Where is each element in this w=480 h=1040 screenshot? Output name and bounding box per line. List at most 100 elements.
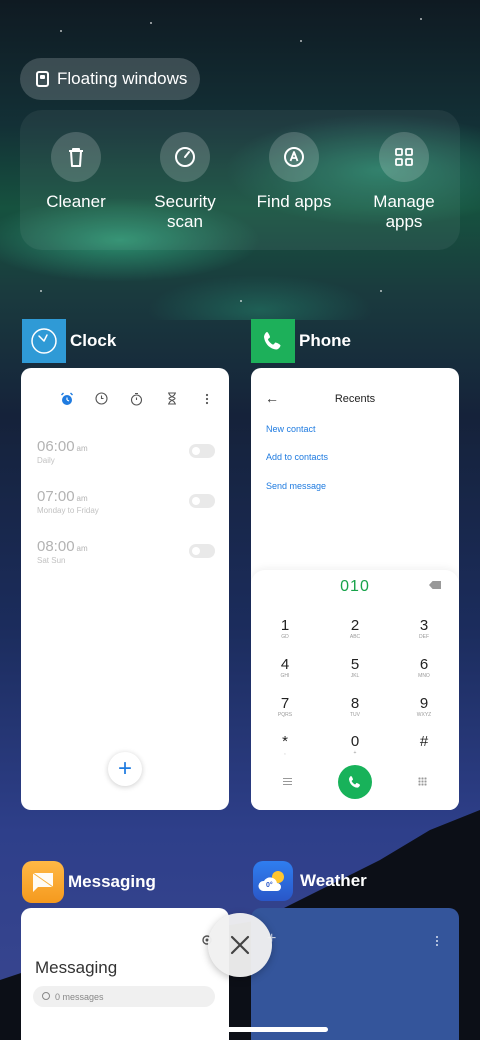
- alarm-toggle[interactable]: [189, 494, 215, 508]
- send-message-link[interactable]: Send message: [266, 481, 326, 491]
- clock-app-icon: [22, 319, 66, 363]
- alarm-item[interactable]: 08:00 am Sat Sun: [37, 538, 215, 565]
- manage-label-line2: apps: [385, 212, 423, 231]
- messaging-app-card[interactable]: Messaging 0 messages: [21, 908, 229, 1040]
- dial-key-4[interactable]: 4 GHI: [255, 657, 315, 680]
- key-letters: DEF: [419, 634, 429, 640]
- messaging-app-header[interactable]: Messaging: [22, 861, 156, 903]
- alarm-repeat: Daily: [37, 456, 55, 465]
- alarm-time: 07:00: [37, 488, 75, 505]
- key-digit: 3: [419, 617, 429, 634]
- key-digit: #: [419, 733, 429, 750]
- weather-icon-temp: 0°: [266, 882, 273, 889]
- messaging-app-name: Messaging: [68, 872, 156, 891]
- dialpad: 010 1 GD 2 ABC 3 DEF 4 GHI 5 JKL 6 MNO 7 PQRS 8…: [251, 570, 459, 810]
- messaging-app-icon: [22, 861, 64, 903]
- manage-label-line1: Manage: [373, 192, 435, 211]
- cleaner-label: Cleaner: [46, 192, 106, 211]
- dial-key-1[interactable]: 1 GD: [255, 618, 315, 641]
- trash-icon: [51, 132, 101, 182]
- world-clock-tab-icon[interactable]: [93, 390, 110, 407]
- close-icon: [230, 935, 250, 955]
- alarm-tab-icon[interactable]: [58, 390, 75, 407]
- timer-tab-icon[interactable]: [163, 390, 180, 407]
- home-indicator[interactable]: [152, 1027, 328, 1032]
- dial-key-0[interactable]: 0 +: [325, 734, 385, 757]
- alarm-time: 06:00: [37, 438, 75, 455]
- alarm-repeat: Monday to Friday: [37, 506, 99, 515]
- new-contact-link[interactable]: New contact: [266, 424, 316, 434]
- clear-all-button[interactable]: [208, 913, 272, 977]
- plus-icon: +: [117, 755, 132, 782]
- weather-app-card[interactable]: +: [251, 908, 459, 1040]
- messaging-title: Messaging: [35, 958, 118, 977]
- clock-app-header[interactable]: Clock: [22, 319, 116, 363]
- dial-key-8[interactable]: 8 TUV: [325, 696, 385, 719]
- alarm-item[interactable]: 06:00 am Daily: [37, 438, 215, 465]
- dial-key-5[interactable]: 5 JKL: [325, 657, 385, 680]
- security-label-line2: scan: [167, 212, 203, 231]
- key-letters: WXYZ: [416, 712, 432, 718]
- manage-apps-button[interactable]: Manage apps: [349, 132, 459, 232]
- dial-key-6[interactable]: 6 MNO: [394, 657, 454, 680]
- phone-app-icon: [251, 319, 295, 363]
- dial-key-3[interactable]: 3 DEF: [394, 618, 454, 641]
- alarm-ampm: am: [76, 494, 88, 503]
- key-letters: GD: [281, 634, 289, 640]
- menu-icon[interactable]: [283, 778, 292, 785]
- recents-title: Recents: [334, 393, 376, 405]
- dial-key-hash[interactable]: #: [394, 734, 454, 750]
- alarm-item[interactable]: 07:00 am Monday to Friday: [37, 488, 215, 515]
- key-digit: 2: [350, 617, 360, 634]
- security-label-line1: Security: [154, 192, 216, 211]
- alarm-toggle[interactable]: [189, 444, 215, 458]
- alarm-toggle[interactable]: [189, 544, 215, 558]
- clock-app-card[interactable]: 06:00 am Daily 07:00 am Monday to Friday 0…: [21, 368, 229, 810]
- alarm-time: 08:00: [37, 538, 75, 555]
- phone-app-card[interactable]: ← Recents New contact Add to contacts Se…: [251, 368, 459, 810]
- key-digit: 1: [280, 617, 290, 634]
- add-to-contacts-link[interactable]: Add to contacts: [266, 452, 328, 462]
- more-options-icon[interactable]: [198, 390, 215, 407]
- key-letters: MNO: [418, 673, 430, 679]
- grid-icon: [379, 132, 429, 182]
- dial-key-2[interactable]: 2 ABC: [325, 618, 385, 641]
- key-digit: 8: [350, 695, 360, 712]
- key-digit: 9: [419, 695, 429, 712]
- security-scan-button[interactable]: Security scan: [130, 132, 240, 232]
- clock-app-name: Clock: [70, 331, 117, 350]
- add-alarm-button[interactable]: +: [108, 752, 142, 786]
- find-apps-button[interactable]: Find apps: [239, 132, 349, 212]
- key-letters: JKL: [350, 673, 360, 679]
- dial-key-9[interactable]: 9 WXYZ: [394, 696, 454, 719]
- dialed-number: 010: [340, 578, 370, 595]
- dial-key-7[interactable]: 7 PQRS: [255, 696, 315, 719]
- key-letters: PQRS: [277, 712, 293, 718]
- phone-icon: [349, 776, 360, 788]
- messages-search-input[interactable]: 0 messages: [33, 986, 215, 1007]
- floating-windows-button[interactable]: Floating windows: [20, 58, 200, 100]
- shield-gauge-icon: [160, 132, 210, 182]
- dialpad-toggle-icon[interactable]: [418, 777, 427, 786]
- dial-key-star[interactable]: *,: [255, 734, 315, 757]
- call-button[interactable]: [338, 765, 372, 799]
- weather-app-icon: 0°: [253, 861, 293, 901]
- key-digit: *: [282, 733, 288, 750]
- floating-windows-label: Floating windows: [57, 69, 188, 88]
- key-digit: 0: [350, 733, 360, 750]
- stopwatch-tab-icon[interactable]: [128, 390, 145, 407]
- key-letters: ABC: [349, 634, 361, 640]
- cleaner-button[interactable]: Cleaner: [21, 132, 131, 212]
- alarm-ampm: am: [76, 444, 88, 453]
- weather-app-header[interactable]: 0° Weather: [253, 861, 367, 901]
- alarm-ampm: am: [76, 544, 88, 553]
- more-options-icon[interactable]: [435, 934, 439, 952]
- floating-window-icon: [36, 71, 49, 87]
- key-letters: ,: [284, 750, 286, 756]
- phone-app-name: Phone: [299, 331, 351, 350]
- key-digit: 4: [280, 656, 290, 673]
- weather-app-name: Weather: [300, 871, 367, 890]
- key-letters: GHI: [280, 673, 290, 679]
- key-letters: TUV: [350, 712, 360, 718]
- phone-app-header[interactable]: Phone: [251, 319, 351, 363]
